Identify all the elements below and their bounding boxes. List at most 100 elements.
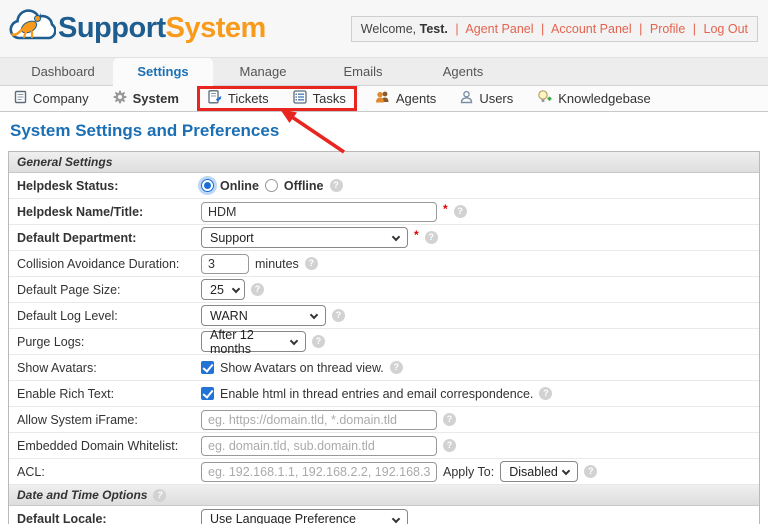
- subnav-item-users[interactable]: Users: [460, 90, 513, 107]
- annotation-box: Tickets Tasks: [196, 86, 357, 111]
- page-title: System Settings and Preferences: [10, 121, 280, 140]
- helpdesk-name-input[interactable]: [201, 201, 437, 222]
- tab-emails[interactable]: Emails: [313, 58, 413, 85]
- help-icon[interactable]: ?: [539, 387, 553, 400]
- tab-manage[interactable]: Manage: [213, 58, 313, 85]
- separator: |: [692, 21, 697, 36]
- field-label: Embedded Domain Whitelist:: [17, 438, 179, 453]
- chevron-down-icon: [231, 284, 241, 294]
- subnav-item-agents[interactable]: Agents: [375, 90, 436, 107]
- tab-settings[interactable]: Settings: [113, 58, 213, 86]
- rich-text-checkbox[interactable]: [201, 387, 214, 400]
- field-label: Helpdesk Name/Title:: [17, 204, 144, 219]
- agent-panel-link[interactable]: Agent Panel: [465, 22, 533, 36]
- row-default-page-size: Default Page Size: 25 ?: [9, 277, 759, 303]
- collision-duration-input[interactable]: [201, 253, 249, 274]
- subnav-item-knowledgebase[interactable]: Knowledgebase: [537, 90, 651, 107]
- help-icon[interactable]: ?: [304, 257, 318, 270]
- subnav-label: Company: [33, 91, 89, 106]
- minutes-label: minutes: [255, 256, 299, 271]
- default-locale-select[interactable]: Use Language Preference: [201, 508, 408, 524]
- selected-value: 25: [210, 282, 224, 297]
- logo-word-support: Support: [58, 12, 166, 44]
- row-allow-system-iframe: Allow System iFrame: ?: [9, 407, 759, 433]
- settings-subnav: Company System Tickets Tasks Agents User…: [0, 86, 768, 112]
- help-icon[interactable]: ?: [389, 361, 403, 374]
- checkbox-description: Show Avatars on thread view.: [220, 360, 384, 375]
- row-default-department: Default Department: Support * ?: [9, 225, 759, 251]
- row-default-locale: Default Locale: Use Language Preference: [9, 506, 759, 524]
- subnav-item-company[interactable]: Company: [14, 90, 89, 107]
- logo-word-system: System: [165, 12, 267, 44]
- subnav-item-tasks[interactable]: Tasks: [292, 90, 346, 107]
- field-label: Default Department:: [17, 230, 137, 245]
- subnav-label: Users: [479, 91, 514, 106]
- user-bar: Welcome, Test. | Agent Panel | Account P…: [350, 15, 758, 42]
- help-icon[interactable]: ?: [329, 179, 343, 192]
- field-label: Helpdesk Status:: [17, 178, 119, 193]
- row-helpdesk-status: Helpdesk Status: Online Offline ?: [9, 173, 759, 199]
- agents-icon: [375, 90, 390, 107]
- field-label: Allow System iFrame:: [17, 412, 138, 427]
- tab-agents[interactable]: Agents: [413, 58, 513, 85]
- help-icon[interactable]: ?: [251, 283, 264, 296]
- company-icon: [14, 90, 27, 107]
- offline-radio[interactable]: [264, 179, 278, 192]
- system-iframe-input[interactable]: [201, 409, 437, 430]
- section-header-datetime: Date and Time Options ?: [9, 485, 759, 506]
- default-department-select[interactable]: Support: [201, 227, 408, 248]
- field-label: Default Locale:: [17, 512, 107, 524]
- help-icon[interactable]: ?: [443, 413, 456, 426]
- section-title: General Settings: [17, 154, 113, 169]
- section-title: Date and Time Options: [17, 487, 148, 502]
- tasks-icon: [292, 90, 307, 107]
- offline-radio-label: Offline: [283, 178, 324, 193]
- help-icon[interactable]: ?: [584, 465, 598, 478]
- profile-link[interactable]: Profile: [650, 22, 685, 36]
- help-icon[interactable]: ?: [453, 205, 467, 218]
- account-panel-link[interactable]: Account Panel: [551, 22, 632, 36]
- field-label: Collision Avoidance Duration:: [17, 256, 180, 271]
- logo-wordmark: SupportSystem: [58, 12, 266, 45]
- users-icon: [460, 90, 473, 107]
- subnav-label: Agents: [395, 91, 437, 106]
- row-collision-avoidance: Collision Avoidance Duration: minutes ?: [9, 251, 759, 277]
- selected-value: Disabled: [509, 464, 558, 479]
- field-label: Show Avatars:: [17, 360, 97, 375]
- help-icon[interactable]: ?: [332, 309, 345, 322]
- section-header-general: General Settings: [9, 152, 759, 173]
- subnav-item-tickets[interactable]: Tickets: [208, 90, 269, 107]
- app-logo[interactable]: SupportSystem: [8, 5, 266, 52]
- row-default-log-level: Default Log Level: WARN ?: [9, 303, 759, 329]
- online-radio[interactable]: [201, 179, 214, 192]
- help-icon[interactable]: ?: [153, 488, 167, 502]
- checkbox-description: Enable html in thread entries and email …: [220, 386, 534, 401]
- subnav-label: Tasks: [312, 91, 346, 106]
- apply-to-label: Apply To:: [443, 464, 495, 479]
- subnav-label: System: [132, 91, 179, 106]
- acl-input[interactable]: [201, 461, 437, 482]
- subnav-label: Knowledgebase: [558, 91, 651, 106]
- tab-dashboard[interactable]: Dashboard: [13, 58, 113, 85]
- show-avatars-checkbox[interactable]: [201, 361, 214, 374]
- chevron-down-icon: [391, 514, 401, 523]
- chevron-down-icon: [561, 466, 571, 476]
- subnav-label: Tickets: [227, 91, 269, 106]
- subnav-item-system[interactable]: System: [113, 90, 179, 107]
- acl-apply-to-select[interactable]: Disabled: [500, 461, 579, 482]
- chevron-down-icon: [309, 310, 319, 320]
- tickets-icon: [208, 90, 222, 107]
- required-asterisk: *: [443, 201, 448, 216]
- row-enable-rich-text: Enable Rich Text: Enable html in thread …: [9, 381, 759, 407]
- help-icon[interactable]: ?: [312, 335, 325, 348]
- help-icon[interactable]: ?: [424, 231, 438, 244]
- domain-whitelist-input[interactable]: [201, 435, 437, 456]
- log-level-select[interactable]: WARN: [201, 305, 326, 326]
- row-purge-logs: Purge Logs: After 12 months ?: [9, 328, 759, 356]
- help-icon[interactable]: ?: [443, 439, 456, 452]
- purge-logs-select[interactable]: After 12 months: [201, 328, 306, 356]
- separator: |: [540, 21, 545, 36]
- page-size-select[interactable]: 25: [201, 279, 245, 300]
- cloud-kangaroo-logo-icon: [8, 5, 57, 52]
- log-out-link[interactable]: Log Out: [704, 22, 748, 36]
